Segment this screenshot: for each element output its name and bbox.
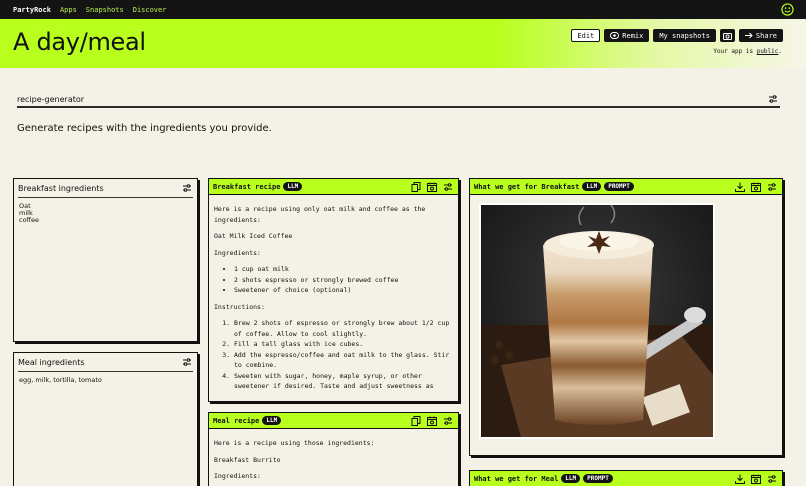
meal-image-widget: What we get for Meal LLM PROMPT <box>469 470 783 486</box>
llm-badge: LLM <box>561 474 581 483</box>
my-snapshots-label: My snapshots <box>659 31 710 40</box>
edit-button[interactable]: Edit <box>571 29 601 42</box>
widget-title: Meal recipe <box>213 416 260 425</box>
list-item: Brew 2 shots of espresso or strongly bre… <box>234 318 453 339</box>
widget-title: Meal ingredients <box>18 357 85 367</box>
share-button-label: Share <box>755 31 777 40</box>
share-button[interactable]: Share <box>738 29 783 42</box>
remix-button[interactable]: Remix <box>604 29 650 42</box>
nav-link-snapshots[interactable]: Snapshots <box>86 6 124 14</box>
settings-sliders-icon[interactable] <box>182 183 192 193</box>
recipe-intro: Here is a recipe using those ingredients… <box>214 439 375 447</box>
copy-icon[interactable] <box>411 182 421 192</box>
calendar-refresh-icon[interactable] <box>427 416 437 426</box>
breakfast-ingredients-input[interactable]: Oat milk coffee <box>14 198 197 229</box>
ingredients-heading: Ingredients: <box>214 472 261 480</box>
calendar-refresh-icon[interactable] <box>427 182 437 192</box>
remix-button-label: Remix <box>622 31 644 40</box>
generator-name: recipe-generator <box>17 95 85 104</box>
llm-badge: LLM <box>283 182 303 191</box>
meal-ingredients-input[interactable]: egg, milk, tortilla, tomato <box>14 372 197 389</box>
widget-title: Breakfast recipe <box>213 182 281 191</box>
list-item: 2 shots espresso or strongly brewed coff… <box>234 275 453 286</box>
app-header: A day/meal Edit Remix My snapshots Share… <box>0 19 806 68</box>
smiley-icon[interactable] <box>781 3 794 16</box>
list-item: Sweetener of choice (optional) <box>234 285 453 296</box>
ingredient-list: 1 cup oat milk 2 shots espresso or stron… <box>234 264 453 296</box>
meal-recipe-output: Here is a recipe using those ingredients… <box>209 429 458 482</box>
prompt-badge: PROMPT <box>604 182 634 191</box>
nav-link-apps[interactable]: Apps <box>60 6 77 14</box>
breakfast-recipe-widget: Breakfast recipe LLM Here is a recipe us… <box>208 178 459 402</box>
generated-image <box>479 203 715 439</box>
iced-coffee-image <box>481 204 713 437</box>
download-icon[interactable] <box>735 474 745 484</box>
visibility-public-link[interactable]: public <box>757 48 779 55</box>
llm-badge: LLM <box>262 416 282 425</box>
widget-header: What we get for Breakfast LLM PROMPT <box>470 179 782 195</box>
edit-button-label: Edit <box>577 31 595 40</box>
ingredient-line: milk <box>19 209 33 217</box>
camera-icon <box>722 32 732 40</box>
list-item: Sweeten with sugar, honey, maple syrup, … <box>234 371 453 392</box>
instruction-list: Brew 2 shots of espresso or strongly bre… <box>234 318 453 392</box>
share-arrow-icon <box>744 32 753 39</box>
visibility-suffix: . <box>778 48 782 55</box>
settings-sliders-icon[interactable] <box>182 357 192 367</box>
settings-sliders-icon[interactable] <box>767 474 777 484</box>
remix-icon <box>610 32 620 39</box>
ingredients-heading: Ingredients: <box>214 248 261 257</box>
download-icon[interactable] <box>735 182 745 192</box>
breakfast-recipe-output: Here is a recipe using only oat milk and… <box>209 195 458 392</box>
ingredient-line: Oat <box>19 202 31 210</box>
widget-title: Breakfast ingredients <box>18 183 104 193</box>
settings-sliders-icon[interactable] <box>443 182 453 192</box>
recipe-name: Breakfast Burrito <box>214 455 281 464</box>
widget-title: What we get for Breakfast <box>474 182 580 191</box>
brand-logo[interactable]: PartyRock <box>13 6 51 14</box>
widget-title: What we get for Meal <box>474 474 559 483</box>
visibility-note: Your app is public. <box>713 48 782 55</box>
calendar-refresh-icon[interactable] <box>751 182 761 192</box>
generator-divider <box>17 106 780 108</box>
list-item: Add the espresso/coffee and oat milk to … <box>234 350 453 371</box>
prompt-badge: PROMPT <box>583 474 613 483</box>
instructions-heading: Instructions: <box>214 302 265 311</box>
generator-description: Generate recipes with the ingredients yo… <box>17 123 272 134</box>
recipe-name: Oat Milk Iced Coffee <box>214 232 293 240</box>
copy-icon[interactable] <box>411 416 421 426</box>
calendar-refresh-icon[interactable] <box>751 474 761 484</box>
llm-badge: LLM <box>582 182 602 191</box>
recipe-intro: Here is a recipe using only oat milk and… <box>214 205 426 224</box>
widget-header: Meal ingredients <box>14 353 197 371</box>
page-title: A day/meal <box>13 28 146 56</box>
breakfast-ingredients-widget: Breakfast ingredients Oat milk coffee <box>13 178 198 342</box>
nav-link-discover[interactable]: Discover <box>133 6 167 14</box>
meal-ingredients-widget: Meal ingredients egg, milk, tortilla, to… <box>13 352 198 486</box>
top-nav: PartyRock Apps Snapshots Discover <box>0 0 806 19</box>
widget-header: Meal recipe LLM <box>209 413 458 429</box>
breakfast-image-widget: What we get for Breakfast LLM PROMPT <box>469 178 783 456</box>
widget-header: Breakfast ingredients <box>14 179 197 197</box>
settings-sliders-icon[interactable] <box>443 416 453 426</box>
settings-sliders-icon[interactable] <box>768 94 778 104</box>
list-item: 1 cup oat milk <box>234 264 453 275</box>
visibility-prefix: Your app is <box>713 48 757 55</box>
my-snapshots-button[interactable]: My snapshots <box>653 29 716 42</box>
list-item: Fill a tall glass with ice cubes. <box>234 339 453 350</box>
ingredient-line: coffee <box>19 216 40 224</box>
settings-sliders-icon[interactable] <box>767 182 777 192</box>
snapshot-camera-button[interactable] <box>719 29 735 42</box>
meal-recipe-widget: Meal recipe LLM Here is a recipe using t… <box>208 412 459 486</box>
widget-header: Breakfast recipe LLM <box>209 179 458 195</box>
widget-header: What we get for Meal LLM PROMPT <box>470 471 782 486</box>
header-actions: Edit Remix My snapshots Share <box>571 29 783 42</box>
